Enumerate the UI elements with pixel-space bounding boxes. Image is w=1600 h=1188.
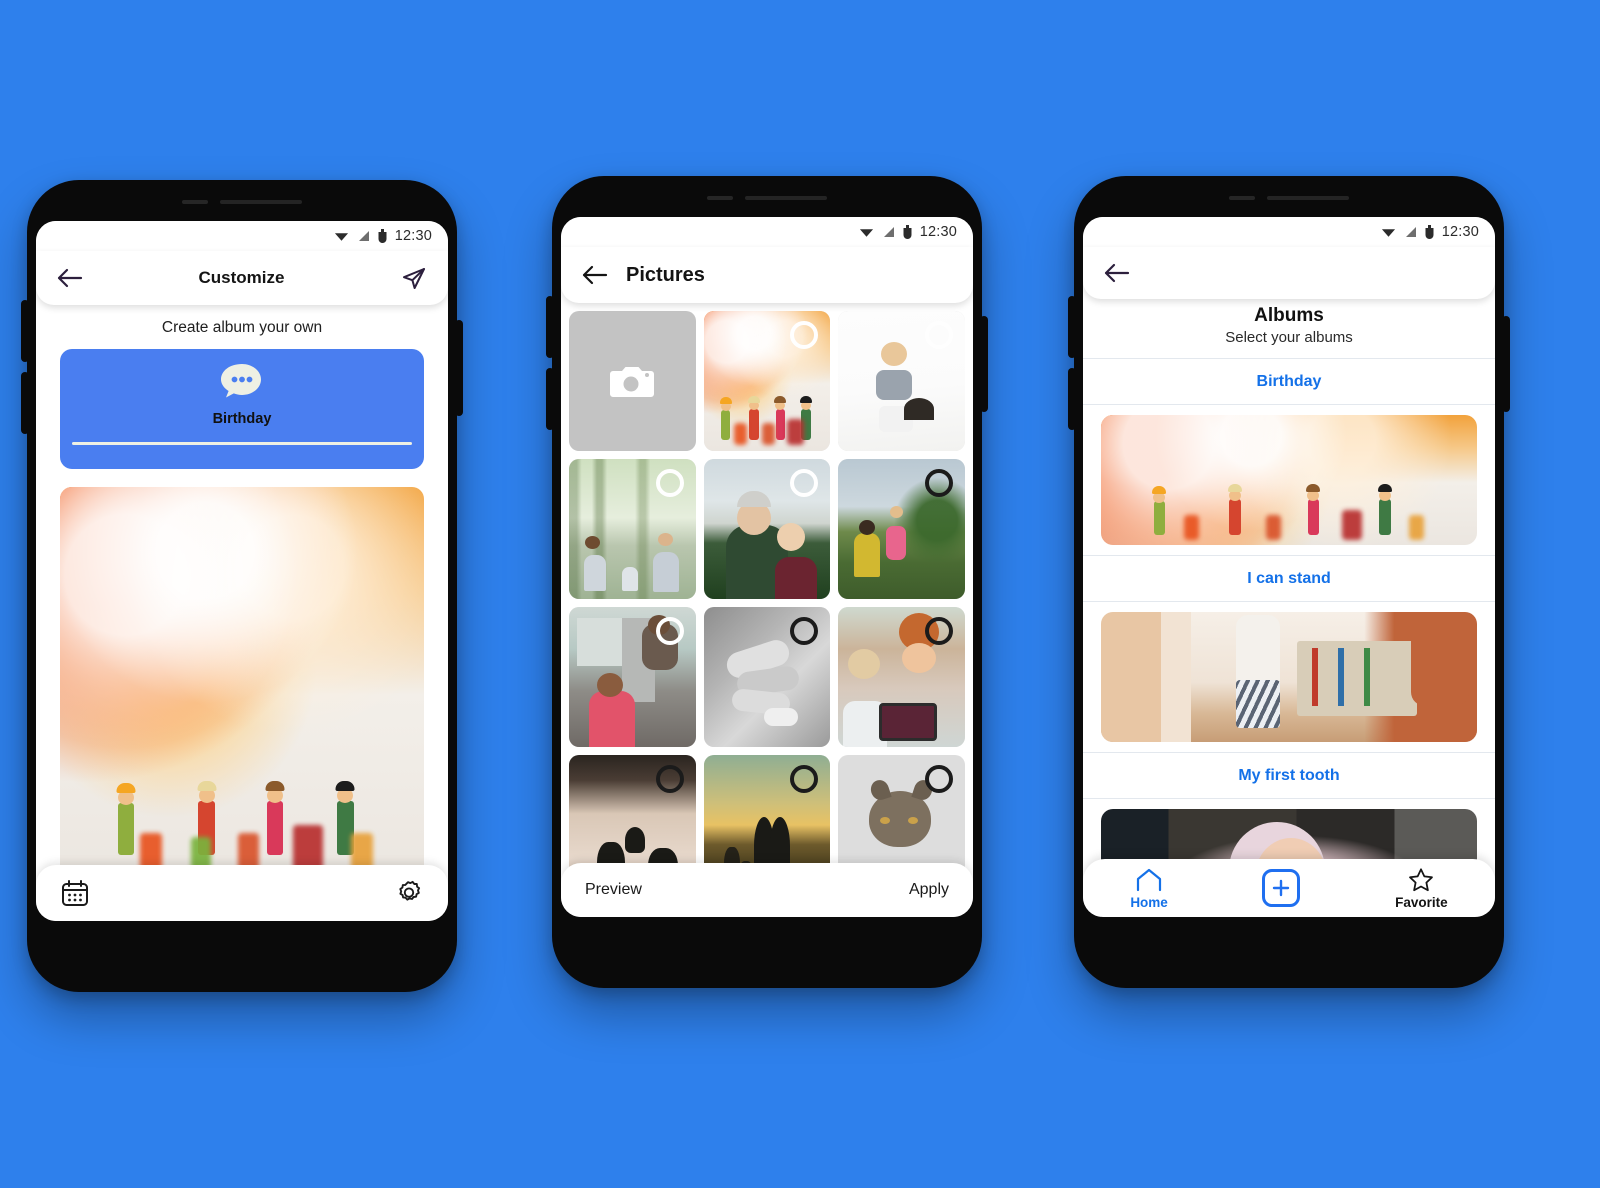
- volume-up-button[interactable]: [1068, 296, 1076, 358]
- phone1-screen: 12:30 Customize Create album your own Bi…: [36, 221, 448, 921]
- nav-label: Home: [1130, 894, 1168, 910]
- hero-photo[interactable]: [60, 487, 424, 887]
- status-bar: 12:30: [561, 217, 973, 247]
- album-label[interactable]: I can stand: [1083, 555, 1495, 602]
- album-entry-i-can-stand[interactable]: I can stand: [1083, 555, 1495, 742]
- earpiece-speaker: [1267, 196, 1349, 200]
- albums-header: Albums Select your albums: [1083, 299, 1495, 358]
- signal-icon: [358, 231, 369, 241]
- album-cover-photo[interactable]: [1101, 612, 1477, 742]
- status-bar-time: 12:30: [919, 224, 957, 240]
- wifi-icon: [1381, 229, 1395, 237]
- signal-icon: [1405, 227, 1416, 237]
- phone-device-pictures: 12:30 Pictures Preview Apply: [546, 176, 988, 988]
- phone-top-speaker: [27, 180, 457, 224]
- phone-top-speaker: [1074, 176, 1504, 220]
- phone-top-speaker: [552, 176, 982, 220]
- selection-circle[interactable]: [655, 617, 684, 645]
- selection-circle[interactable]: [655, 469, 684, 497]
- status-bar-time: 12:30: [394, 228, 432, 244]
- phone-device-albums: 12:30 Albums Select your albums Birthday: [1068, 176, 1510, 988]
- power-button[interactable]: [1502, 316, 1510, 412]
- baby-shoulders-photo-tile[interactable]: [838, 311, 965, 451]
- front-camera-icon: [1229, 196, 1255, 200]
- album-name-input-underline[interactable]: [72, 442, 412, 445]
- wifi-icon: [859, 229, 873, 237]
- phone1-app-bar: Customize: [36, 251, 448, 305]
- nav-item-favorite[interactable]: Favorite: [1395, 867, 1448, 910]
- selection-circle[interactable]: [655, 765, 684, 793]
- battery-icon: [903, 225, 912, 239]
- page-title: Pictures: [626, 263, 705, 286]
- selection-circle[interactable]: [924, 617, 953, 645]
- album-name-value: Birthday: [212, 411, 272, 427]
- wifi-icon: [334, 233, 348, 241]
- elderly-couple-photo-tile[interactable]: [703, 459, 831, 599]
- plus-icon[interactable]: [1262, 869, 1301, 907]
- album-label[interactable]: Birthday: [1083, 358, 1495, 405]
- page-subtitle: Select your albums: [1225, 329, 1353, 346]
- toys-photo-tile[interactable]: [703, 311, 831, 451]
- earpiece-speaker: [220, 200, 302, 204]
- selection-circle[interactable]: [924, 469, 953, 497]
- send-icon[interactable]: [400, 264, 428, 292]
- battery-icon: [1425, 225, 1434, 239]
- volume-down-button[interactable]: [21, 372, 29, 434]
- mother-tablet-photo-tile[interactable]: [838, 607, 965, 747]
- nav-label: Favorite: [1395, 894, 1448, 910]
- status-bar-time: 12:30: [1441, 224, 1479, 240]
- create-album-subtitle: Create album your own: [161, 319, 323, 336]
- status-bar: 12:30: [1083, 217, 1495, 247]
- back-arrow-icon[interactable]: [56, 267, 83, 289]
- page-title: Albums: [1254, 305, 1324, 326]
- home-icon: [1136, 868, 1162, 891]
- album-name-card[interactable]: Birthday: [60, 349, 424, 469]
- album-entry-birthday[interactable]: Birthday: [1083, 358, 1495, 545]
- phone3-app-bar: [1083, 247, 1495, 299]
- chat-bubble-icon: [219, 362, 265, 405]
- volume-down-button[interactable]: [1068, 368, 1076, 430]
- gear-icon[interactable]: [394, 878, 424, 908]
- album-cover-photo[interactable]: [1101, 415, 1477, 545]
- forest-family-photo-tile[interactable]: [569, 459, 696, 599]
- poppy-field-photo-tile[interactable]: [838, 459, 965, 599]
- selection-circle[interactable]: [924, 321, 953, 349]
- signal-icon: [883, 227, 894, 237]
- phone-device-customize: 12:30 Customize Create album your own Bi…: [21, 180, 463, 992]
- phone2-screen: 12:30 Pictures Preview Apply: [561, 217, 973, 917]
- power-button[interactable]: [455, 320, 463, 416]
- preview-button[interactable]: Preview: [585, 881, 642, 899]
- calendar-icon[interactable]: [60, 878, 90, 908]
- camera-icon: [610, 367, 655, 397]
- album-label[interactable]: My first tooth: [1083, 752, 1495, 799]
- selection-circle[interactable]: [924, 765, 953, 793]
- back-arrow-icon[interactable]: [1103, 262, 1130, 284]
- bottom-navigation-bar: Home Favorite: [1083, 859, 1495, 917]
- hands-stack-photo-tile[interactable]: [703, 607, 831, 747]
- apply-button[interactable]: Apply: [909, 881, 949, 899]
- star-icon: [1409, 867, 1434, 891]
- front-camera-icon: [182, 200, 208, 204]
- nav-item-add[interactable]: [1262, 869, 1301, 907]
- camera-tile[interactable]: [569, 311, 696, 451]
- back-arrow-icon[interactable]: [581, 264, 608, 286]
- phone2-bottom-bar: Preview Apply: [561, 863, 973, 917]
- volume-up-button[interactable]: [546, 296, 554, 358]
- page-title: Customize: [198, 268, 285, 287]
- volume-down-button[interactable]: [546, 368, 554, 430]
- battery-icon: [378, 229, 387, 243]
- volume-up-button[interactable]: [21, 300, 29, 362]
- front-camera-icon: [707, 196, 733, 200]
- phone3-screen: 12:30 Albums Select your albums Birthday: [1083, 217, 1495, 917]
- kitchen-girl-photo-tile[interactable]: [569, 607, 696, 747]
- phone1-bottom-bar: [36, 865, 448, 921]
- earpiece-speaker: [745, 196, 827, 200]
- screenshot-canvas: 12:30 Customize Create album your own Bi…: [0, 0, 1600, 1188]
- pictures-grid: [561, 303, 973, 895]
- power-button[interactable]: [980, 316, 988, 412]
- nav-item-home[interactable]: Home: [1130, 867, 1168, 910]
- phone2-app-bar: Pictures: [561, 247, 973, 303]
- status-bar: 12:30: [36, 221, 448, 251]
